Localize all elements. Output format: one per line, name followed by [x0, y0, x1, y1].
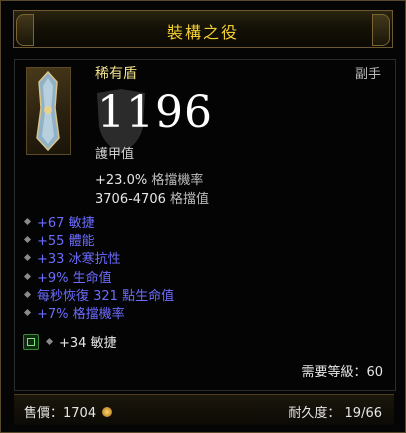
durability: 耐久度： 19/66: [288, 406, 382, 421]
affix-item: +33 冰寒抗性: [23, 249, 174, 267]
item-name: 稀有盾: [95, 66, 137, 82]
item-tooltip: 裝構之役 稀有盾 副手 1196 護甲值 +23.0% 格擋機率 3706-47…: [0, 0, 406, 433]
block-amount-label: 格擋值: [170, 192, 210, 207]
socket-bonus: +34 敏捷: [59, 336, 117, 351]
affix-item: +55 體能: [23, 230, 174, 249]
sell-price: 售價：1704: [24, 402, 113, 421]
affix-text: +33 冰寒抗性: [37, 252, 121, 268]
item-title: 裝構之役: [166, 23, 239, 42]
item-slot: 副手: [354, 67, 381, 82]
affix-text: +9% 生命值: [37, 270, 112, 286]
block-amount-value: 3706-4706: [95, 192, 166, 207]
socketed-gem-icon: [23, 333, 39, 350]
block-amount: 3706-4706 格擋值: [95, 188, 209, 207]
affix-item: 每秒恢復 321 點生命值: [23, 285, 175, 304]
gold-coin-icon: [102, 406, 113, 417]
block-chance: +23.0% 格擋機率: [95, 169, 203, 188]
affix-text: +7% 格擋機率: [37, 307, 125, 323]
bullet-icon: [23, 309, 32, 317]
armor-label: 護甲值: [95, 147, 135, 162]
bullet-icon: [23, 290, 32, 298]
affix-text: +67 敏捷: [37, 215, 95, 231]
bullet-icon: [23, 217, 32, 225]
tooltip-footer: 售價：1704 耐久度： 19/66: [14, 394, 394, 425]
affix-text: 每秒恢復 321 點生命值: [37, 288, 175, 304]
block-chance-label: 格擋機率: [151, 173, 204, 188]
shield-item-icon: [26, 67, 71, 155]
sell-price-text: 售價：1704: [24, 406, 97, 421]
title-bar: 裝構之役: [13, 10, 393, 48]
socket-row: +34 敏捷: [23, 332, 117, 351]
affix-item: +67 敏捷: [23, 212, 174, 231]
affix-item: +7% 格擋機率: [23, 303, 174, 323]
bullet-icon: [45, 337, 54, 346]
affix-item: +9% 生命值: [23, 267, 174, 286]
affix-list: +67 敏捷 +55 體能 +33 冰寒抗性 +9% 生命值 每秒恢復 321 …: [23, 212, 174, 322]
affix-text: +55 體能: [37, 233, 95, 249]
block-chance-value: +23.0%: [95, 173, 148, 188]
bullet-icon: [23, 235, 32, 243]
required-level: 需要等級：60: [301, 365, 383, 380]
armor-value: 1196: [97, 87, 213, 138]
bullet-icon: [23, 272, 32, 280]
bullet-icon: [23, 254, 32, 262]
